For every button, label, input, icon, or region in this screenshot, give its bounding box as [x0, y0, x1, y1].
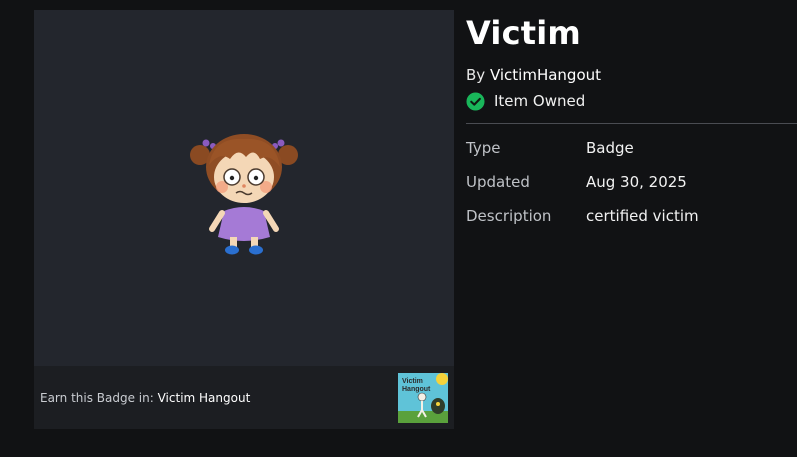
detail-value: certified victim	[586, 207, 699, 225]
owned-status: Item Owned	[466, 91, 585, 111]
detail-label: Updated	[466, 173, 530, 191]
detail-label: Type	[466, 139, 501, 157]
knitted-doll-icon	[190, 134, 298, 255]
divider	[466, 123, 797, 124]
earn-badge-text: Earn this Badge in: Victim Hangout	[40, 391, 250, 405]
creator-link[interactable]: VictimHangout	[490, 66, 601, 84]
badge-page: Earn this Badge in: Victim Hangout Victi…	[0, 0, 797, 457]
earn-game-link[interactable]: Victim Hangout	[158, 391, 251, 405]
badge-details: Victim By VictimHangout Item Owned Type …	[466, 0, 797, 457]
detail-value: Badge	[586, 139, 634, 157]
owned-label: Item Owned	[494, 92, 586, 110]
badge-image-panel: Earn this Badge in: Victim Hangout Victi…	[34, 10, 454, 429]
thumb-title-line2: Hangout	[402, 386, 431, 393]
detail-label: Description	[466, 207, 552, 225]
earn-badge-prefix: Earn this Badge in:	[40, 391, 158, 405]
game-thumbnail-icon[interactable]: Victim Hangout	[398, 373, 448, 423]
detail-value: Aug 30, 2025	[586, 173, 687, 191]
check-circle-icon	[466, 91, 485, 111]
creator-prefix: By	[466, 66, 490, 84]
earn-badge-bar: Earn this Badge in: Victim Hangout Victi…	[34, 366, 454, 429]
thumb-title-line1: Victim	[402, 378, 423, 385]
creator-line: By VictimHangout	[466, 66, 601, 84]
page-title: Victim	[466, 14, 581, 52]
badge-image	[34, 10, 454, 366]
